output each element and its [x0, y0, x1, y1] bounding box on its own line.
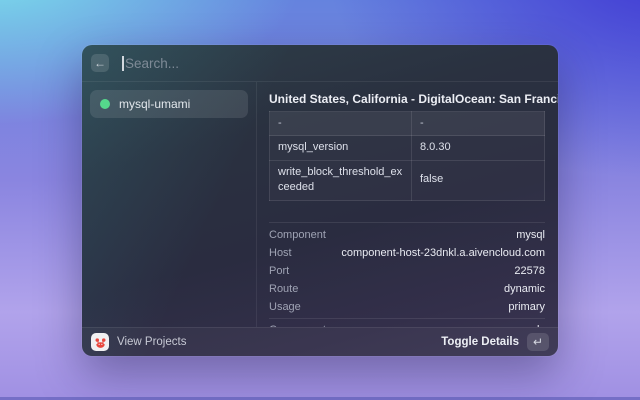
- section-divider: [269, 317, 545, 319]
- property-value: dynamic: [504, 282, 545, 295]
- command-palette-window: ← mysql-umami United States, California …: [82, 45, 558, 356]
- property-value: mysql: [516, 228, 545, 241]
- table-cell: false: [411, 159, 545, 201]
- property-label: Component: [269, 228, 326, 241]
- view-projects-button[interactable]: View Projects: [91, 333, 186, 351]
- toggle-details-button[interactable]: Toggle Details ↵: [441, 333, 549, 351]
- results-sidebar: mysql-umami: [82, 82, 257, 327]
- property-row: Port 22578: [269, 262, 545, 280]
- property-label: Port: [269, 264, 290, 277]
- action-bar: View Projects Toggle Details ↵: [82, 327, 558, 356]
- property-row: Route dynamic: [269, 280, 545, 298]
- property-row: Host component-host-23dnkl.a.aivencloud.…: [269, 244, 545, 262]
- back-arrow-icon: ←: [94, 56, 106, 70]
- list-item-mysql-umami[interactable]: mysql-umami: [90, 90, 248, 118]
- config-table: - - mysql_version 8.0.30 write_block_thr…: [269, 110, 545, 201]
- property-label: Route: [269, 282, 299, 295]
- desktop-background: ← mysql-umami United States, California …: [0, 0, 640, 400]
- table-header-row: - -: [269, 110, 545, 137]
- table-cell: mysql_version: [269, 135, 412, 161]
- status-dot-icon: [100, 99, 110, 109]
- list-item-label: mysql-umami: [119, 97, 191, 111]
- search-input[interactable]: [125, 55, 549, 71]
- property-value: component-host-23dnkl.a.aivencloud.com: [341, 246, 545, 259]
- table-cell: 8.0.30: [411, 135, 545, 161]
- property-value: primary: [508, 300, 545, 313]
- aiven-crab-icon: [91, 333, 109, 351]
- property-value: 22578: [514, 264, 545, 277]
- property-row: Usage primary: [269, 298, 545, 316]
- table-cell: write_block_threshold_exceeded: [269, 159, 412, 201]
- table-row: write_block_threshold_exceeded false: [269, 159, 545, 201]
- table-cell: -: [269, 110, 412, 137]
- detail-title: United States, California - DigitalOcean…: [269, 92, 558, 106]
- table-row: mysql_version 8.0.30: [269, 135, 545, 161]
- details-pane: United States, California - DigitalOcean…: [257, 82, 558, 327]
- search-bar: ←: [82, 45, 558, 82]
- property-label: Usage: [269, 300, 301, 313]
- content-area: mysql-umami United States, California - …: [82, 82, 558, 327]
- text-caret: [122, 55, 124, 71]
- toggle-details-label: Toggle Details: [441, 336, 519, 348]
- connection-properties: Component mysql Host component-host-23dn…: [269, 221, 545, 327]
- table-cell: -: [411, 110, 545, 137]
- view-projects-label: View Projects: [117, 336, 187, 348]
- back-button[interactable]: ←: [91, 54, 109, 72]
- property-row: Component mysql: [269, 226, 545, 244]
- property-label: Host: [269, 246, 292, 259]
- enter-key-icon: ↵: [527, 333, 549, 351]
